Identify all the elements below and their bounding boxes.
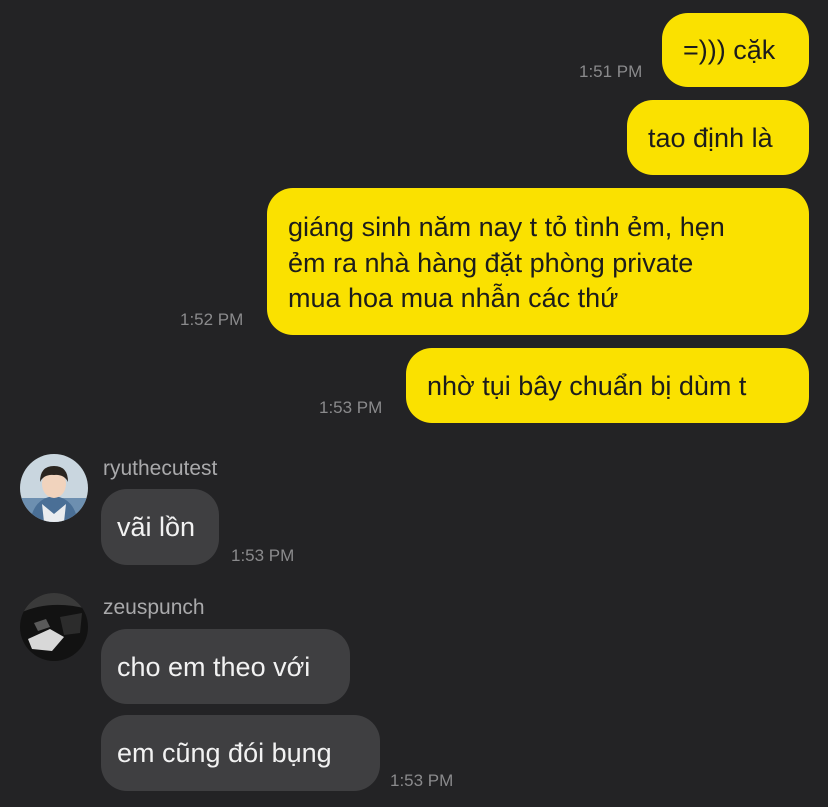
message-timestamp: 1:51 PM — [579, 62, 643, 81]
incoming-message[interactable]: cho em theo với — [101, 629, 350, 704]
incoming-message[interactable]: vãi lồn — [101, 489, 219, 565]
outgoing-message[interactable]: tao định là — [627, 100, 809, 175]
incoming-message[interactable]: em cũng đói bụng — [101, 715, 380, 791]
user-photo-dark-icon[interactable] — [20, 593, 88, 661]
message-timestamp: 1:53 PM — [231, 546, 295, 565]
sender-name: zeuspunch — [103, 596, 205, 619]
message-timestamp: 1:53 PM — [319, 398, 383, 417]
message-timestamp: 1:53 PM — [390, 771, 454, 790]
outgoing-message[interactable]: giáng sinh năm nay t tỏ tình ẻm, hẹn ẻm … — [267, 188, 809, 335]
message-timestamp: 1:52 PM — [180, 310, 244, 329]
outgoing-message[interactable]: =))) cặk — [662, 13, 809, 87]
user-photo-icon[interactable] — [20, 454, 88, 522]
outgoing-message[interactable]: nhờ tụi bây chuẩn bị dùm t — [406, 348, 809, 423]
sender-name: ryuthecutest — [103, 457, 218, 480]
